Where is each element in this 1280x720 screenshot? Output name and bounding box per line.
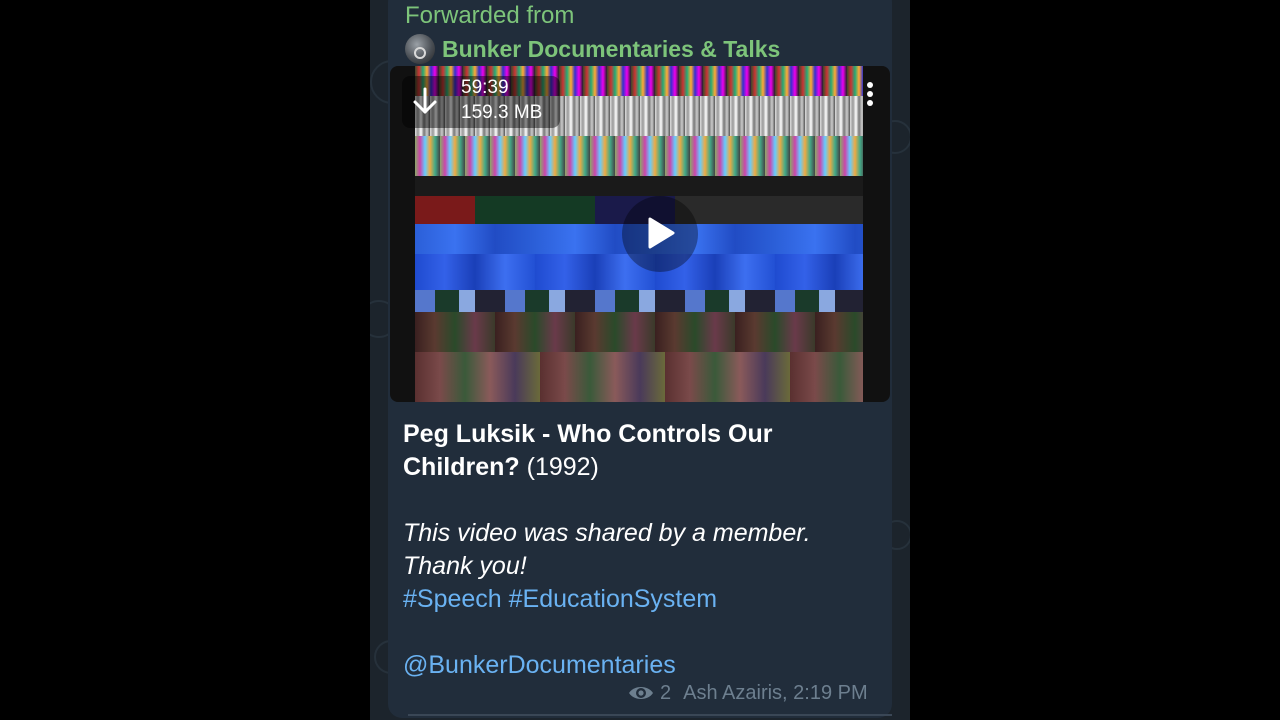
channel-avatar[interactable] — [405, 34, 435, 64]
message-divider — [408, 714, 892, 716]
forwarded-channel-link[interactable]: Bunker Documentaries & Talks — [405, 33, 780, 65]
download-arrow-icon[interactable] — [412, 86, 438, 116]
play-button[interactable] — [622, 196, 698, 272]
video-duration: 59:39 — [461, 77, 509, 98]
caption-italic-line: This video was shared by a member. — [403, 519, 811, 547]
channel-mention-link[interactable]: @BunkerDocumentaries — [403, 649, 873, 682]
channel-name[interactable]: Bunker Documentaries & Talks — [442, 36, 780, 63]
hashtag-link[interactable]: #EducationSystem — [509, 585, 717, 613]
more-vertical-icon[interactable] — [864, 80, 876, 112]
hashtag-link[interactable]: #Speech — [403, 585, 502, 613]
caption-title: Peg Luksik - Who Controls Our Children? … — [403, 418, 873, 484]
eye-icon — [629, 687, 653, 699]
message-caption: Peg Luksik - Who Controls Our Children? … — [403, 418, 873, 682]
message-footer: 2 Ash Azairis, 2:19 PM — [628, 680, 868, 706]
caption-title-year: (1992) — [519, 453, 599, 481]
video-file-size: 159.3 MB — [461, 102, 543, 123]
hashtag-row: #Speech #EducationSystem — [403, 583, 873, 616]
view-count: 2 — [660, 681, 672, 704]
caption-italic-line: Thank you! — [403, 552, 527, 580]
play-icon — [648, 217, 675, 249]
forwarded-label: Forwarded from — [405, 2, 575, 29]
chat-screen: Forwarded from Bunker Documentaries & Ta… — [370, 0, 910, 720]
author-timestamp: Ash Azairis, 2:19 PM — [683, 681, 868, 704]
video-player[interactable]: 59:39 159.3 MB — [390, 66, 890, 402]
